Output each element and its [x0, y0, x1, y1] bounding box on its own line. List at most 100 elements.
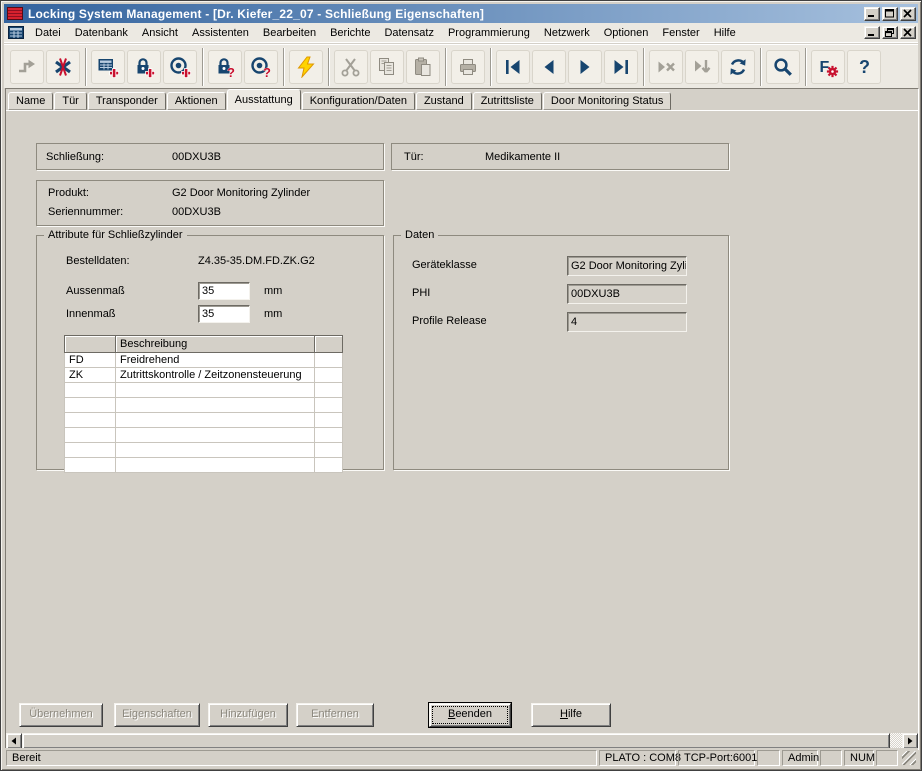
- scroll-right-button[interactable]: [902, 733, 918, 749]
- search-button[interactable]: [766, 50, 800, 84]
- menu-datei[interactable]: Datei: [28, 24, 68, 42]
- menu-datenbank[interactable]: Datenbank: [68, 24, 135, 42]
- resize-grip[interactable]: [902, 751, 916, 765]
- uebernehmen-button: Übernehmen: [19, 703, 103, 727]
- mdi-close-button[interactable]: [900, 26, 916, 39]
- status-empty-1: [757, 750, 780, 766]
- toolbar-separator: [643, 48, 645, 86]
- attr-extra-cell: [315, 353, 343, 368]
- menu-assistenten[interactable]: Assistenten: [185, 24, 256, 42]
- attr-extra-cell: [315, 368, 343, 383]
- produkt-value: G2 Door Monitoring Zylinder: [172, 187, 310, 199]
- minimize-button[interactable]: [864, 7, 880, 21]
- tab-zutrittsliste[interactable]: Zutrittsliste: [473, 92, 542, 110]
- tab-name[interactable]: Name: [8, 92, 53, 110]
- menu-optionen[interactable]: Optionen: [597, 24, 656, 42]
- bestelldaten-value: Z4.35-35.DM.FD.ZK.G2: [198, 255, 315, 267]
- read-lock-button[interactable]: ?: [208, 50, 242, 84]
- mdi-restore-button[interactable]: [882, 26, 898, 39]
- refresh-button[interactable]: [721, 50, 755, 84]
- eigenschaften-button: Eigenschaften: [114, 703, 200, 727]
- toolbar-separator: [760, 48, 762, 86]
- hilfe-button[interactable]: Hilfe: [531, 703, 611, 727]
- seriennummer-label: Seriennummer:: [48, 206, 123, 218]
- paste-icon: [412, 56, 434, 78]
- next-record-button[interactable]: [568, 50, 602, 84]
- new-transponder-icon: [169, 56, 191, 78]
- read-transponder-button[interactable]: ?: [244, 50, 278, 84]
- status-bar: Bereit PLATO : COM8 TCP-Port:6001 Admin …: [4, 748, 918, 767]
- schliessung-box: Schließung: 00DXU3B: [36, 143, 384, 170]
- last-record-button[interactable]: [604, 50, 638, 84]
- tab-door-monitoring-status[interactable]: Door Monitoring Status: [543, 92, 672, 110]
- maximize-icon: [885, 9, 895, 18]
- menu-netzwerk[interactable]: Netzwerk: [537, 24, 597, 42]
- aussenmass-label: Aussenmaß: [66, 285, 125, 297]
- title-bar: Locking System Management - [Dr. Kiefer_…: [4, 4, 918, 23]
- cancel-x-button[interactable]: [46, 50, 80, 84]
- mdi-restore-icon: [885, 28, 895, 37]
- filter-settings-button[interactable]: F: [811, 50, 845, 84]
- table-row-empty: [65, 398, 343, 413]
- help-button[interactable]: ?: [847, 50, 881, 84]
- aussenmass-input[interactable]: [198, 282, 250, 300]
- program-button[interactable]: [289, 50, 323, 84]
- tab-tuer[interactable]: Tür: [54, 92, 87, 110]
- menu-datensatz[interactable]: Datensatz: [377, 24, 441, 42]
- filter-gear-icon: F: [817, 56, 839, 78]
- follow-arrow-button: [10, 50, 44, 84]
- follow-arrow-icon: [16, 56, 38, 78]
- phi-field: 00DXU3B: [567, 284, 687, 304]
- next-record-icon: [574, 56, 596, 78]
- innenmass-input[interactable]: [198, 305, 250, 323]
- print-icon: [457, 56, 479, 78]
- beenden-button[interactable]: Beenden: [429, 703, 511, 727]
- mdi-minimize-button[interactable]: [864, 26, 880, 39]
- tab-konfiguration-daten[interactable]: Konfiguration/Daten: [302, 92, 415, 110]
- minimize-icon: [867, 9, 877, 18]
- tab-aktionen[interactable]: Aktionen: [167, 92, 226, 110]
- table-row-empty: [65, 413, 343, 428]
- status-user: Admin: [782, 750, 818, 766]
- attribute-table: Beschreibung FD Freidrehend ZK Zutrittsk: [64, 335, 343, 473]
- cut-scissors-icon: [340, 56, 362, 78]
- program-lightning-icon: [295, 56, 317, 78]
- tab-zustand[interactable]: Zustand: [416, 92, 472, 110]
- copy-button: [370, 50, 404, 84]
- new-locking-plan-icon: [97, 56, 119, 78]
- new-lock-button[interactable]: [127, 50, 161, 84]
- copy-icon: [376, 56, 398, 78]
- cut-button: [334, 50, 368, 84]
- table-row[interactable]: FD Freidrehend: [65, 353, 343, 368]
- first-record-icon: [502, 56, 524, 78]
- menu-fenster[interactable]: Fenster: [655, 24, 706, 42]
- close-button[interactable]: [900, 7, 916, 21]
- innenmass-unit: mm: [264, 308, 282, 320]
- table-row[interactable]: ZK Zutrittskontrolle / Zeitzonensteuerun…: [65, 368, 343, 383]
- previous-record-button[interactable]: [532, 50, 566, 84]
- menu-programmierung[interactable]: Programmierung: [441, 24, 537, 42]
- menu-hilfe[interactable]: Hilfe: [707, 24, 743, 42]
- scroll-left-button[interactable]: [6, 733, 22, 749]
- menu-berichte[interactable]: Berichte: [323, 24, 377, 42]
- tab-ausstattung[interactable]: Ausstattung: [227, 89, 301, 110]
- menu-bearbeiten[interactable]: Bearbeiten: [256, 24, 323, 42]
- daten-group-title: Daten: [401, 229, 438, 241]
- refresh-icon: [727, 56, 749, 78]
- new-locking-plan-button[interactable]: [91, 50, 125, 84]
- menu-ansicht[interactable]: Ansicht: [135, 24, 185, 42]
- print-button: [451, 50, 485, 84]
- status-com-port: PLATO : COM8: [599, 750, 676, 766]
- first-record-button[interactable]: [496, 50, 530, 84]
- maximize-button[interactable]: [882, 7, 898, 21]
- daten-groupbox: Daten Geräteklasse G2 Door Monitoring Zy…: [393, 235, 729, 470]
- new-transponder-button[interactable]: [163, 50, 197, 84]
- table-row-empty: [65, 443, 343, 458]
- close-icon: [903, 9, 913, 18]
- tab-transponder[interactable]: Transponder: [88, 92, 166, 110]
- read-transponder-icon: ?: [250, 56, 272, 78]
- search-icon: [772, 56, 794, 78]
- toolbar-separator: [202, 48, 204, 86]
- attr-desc-cell: Freidrehend: [116, 353, 315, 368]
- scrollbar-thumb[interactable]: [22, 733, 890, 749]
